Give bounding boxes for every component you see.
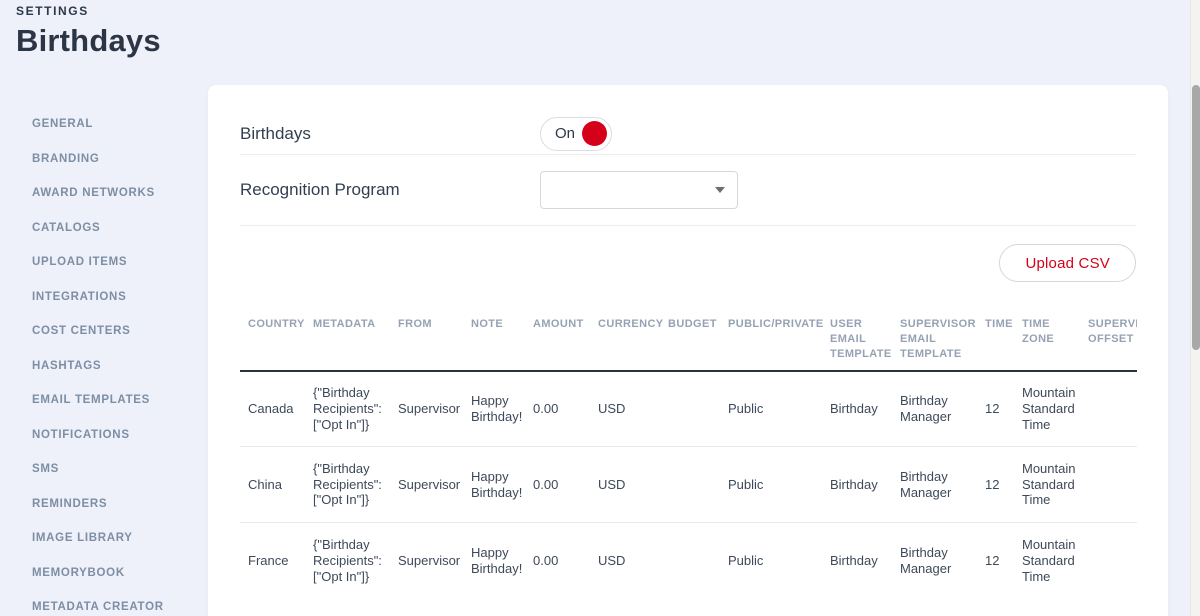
sidebar-item-general[interactable]: GENERAL bbox=[32, 107, 202, 142]
table-cell: USD bbox=[590, 371, 660, 447]
table-cell: Supervisor bbox=[390, 447, 463, 523]
upload-csv-button[interactable]: Upload CSV bbox=[999, 244, 1136, 282]
column-header: SUPERVISOR OFFSET bbox=[1080, 317, 1137, 371]
page-scrollbar-track[interactable] bbox=[1190, 0, 1200, 616]
sidebar-item-cost-centers[interactable]: COST CENTERS bbox=[32, 314, 202, 349]
table-cell: 12 bbox=[977, 447, 1014, 523]
recognition-program-label: Recognition Program bbox=[240, 180, 540, 200]
table-cell: 0.00 bbox=[525, 371, 590, 447]
sidebar-item-email-templates[interactable]: EMAIL TEMPLATES bbox=[32, 383, 202, 418]
table-cell: Public bbox=[720, 447, 822, 523]
settings-card: Birthdays On Recognition Program Upload … bbox=[208, 85, 1168, 616]
table-cell: {"Birthday Recipients": ["Opt In"]} bbox=[305, 447, 390, 523]
table-cell: Birthday bbox=[822, 447, 892, 523]
table-cell: Public bbox=[720, 523, 822, 599]
table-cell: Happy Birthday! bbox=[463, 447, 525, 523]
table-cell: Supervisor bbox=[390, 523, 463, 599]
table-actions-row: Upload CSV bbox=[240, 226, 1136, 282]
sidebar-item-image-library[interactable]: IMAGE LIBRARY bbox=[32, 521, 202, 556]
sidebar-item-metadata-creator[interactable]: METADATA CREATOR bbox=[32, 590, 202, 616]
table-cell: Mountain Standard Time bbox=[1014, 371, 1080, 447]
table-cell: China bbox=[240, 447, 305, 523]
birthdays-label: Birthdays bbox=[240, 124, 540, 144]
table-cell: Birthday Manager bbox=[892, 523, 977, 599]
table-cell: USD bbox=[590, 523, 660, 599]
table-row: China{"Birthday Recipients": ["Opt In"]}… bbox=[240, 447, 1137, 523]
birthdays-table-wrapper: COUNTRYMETADATAFROMNOTEAMOUNTCURRENCYBUD… bbox=[240, 317, 1137, 599]
table-cell bbox=[1080, 523, 1137, 599]
toggle-state-label: On bbox=[555, 125, 575, 142]
table-row: France{"Birthday Recipients": ["Opt In"]… bbox=[240, 523, 1137, 599]
table-cell: Birthday bbox=[822, 523, 892, 599]
table-cell bbox=[660, 447, 720, 523]
sidebar-item-hashtags[interactable]: HASHTAGS bbox=[32, 349, 202, 384]
column-header: COUNTRY bbox=[240, 317, 305, 371]
table-cell: 12 bbox=[977, 371, 1014, 447]
column-header: CURRENCY bbox=[590, 317, 660, 371]
chevron-down-icon bbox=[715, 187, 725, 193]
sidebar-item-upload-items[interactable]: UPLOAD ITEMS bbox=[32, 245, 202, 280]
sidebar-item-reminders[interactable]: REMINDERS bbox=[32, 487, 202, 522]
table-cell: USD bbox=[590, 447, 660, 523]
column-header: NOTE bbox=[463, 317, 525, 371]
toggle-knob bbox=[582, 121, 607, 146]
column-header: BUDGET bbox=[660, 317, 720, 371]
page-scrollbar-thumb[interactable] bbox=[1192, 85, 1200, 350]
table-cell: {"Birthday Recipients": ["Opt In"]} bbox=[305, 371, 390, 447]
table-cell bbox=[660, 371, 720, 447]
table-header: COUNTRYMETADATAFROMNOTEAMOUNTCURRENCYBUD… bbox=[240, 317, 1137, 371]
table-cell: 0.00 bbox=[525, 447, 590, 523]
table-cell: 12 bbox=[977, 523, 1014, 599]
page-title: Birthdays bbox=[16, 23, 161, 59]
table-cell: Supervisor bbox=[390, 371, 463, 447]
column-header: USER EMAIL TEMPLATE bbox=[822, 317, 892, 371]
table-body: Canada{"Birthday Recipients": ["Opt In"]… bbox=[240, 371, 1137, 599]
sidebar-item-sms[interactable]: SMS bbox=[32, 452, 202, 487]
sidebar-item-notifications[interactable]: NOTIFICATIONS bbox=[32, 418, 202, 453]
birthdays-table: COUNTRYMETADATAFROMNOTEAMOUNTCURRENCYBUD… bbox=[240, 317, 1137, 599]
table-cell bbox=[1080, 371, 1137, 447]
recognition-program-select[interactable] bbox=[540, 171, 738, 209]
birthdays-setting-row: Birthdays On bbox=[240, 85, 1136, 155]
column-header: SUPERVISOR EMAIL TEMPLATE bbox=[892, 317, 977, 371]
breadcrumb-settings: SETTINGS bbox=[16, 4, 161, 18]
sidebar-item-catalogs[interactable]: CATALOGS bbox=[32, 211, 202, 246]
column-header: TIME bbox=[977, 317, 1014, 371]
table-cell: {"Birthday Recipients": ["Opt In"]} bbox=[305, 523, 390, 599]
sidebar-item-award-networks[interactable]: AWARD NETWORKS bbox=[32, 176, 202, 211]
settings-sidebar: GENERALBRANDINGAWARD NETWORKSCATALOGSUPL… bbox=[32, 107, 202, 616]
table-header-row: COUNTRYMETADATAFROMNOTEAMOUNTCURRENCYBUD… bbox=[240, 317, 1137, 371]
column-header: AMOUNT bbox=[525, 317, 590, 371]
column-header: PUBLIC/PRIVATE bbox=[720, 317, 822, 371]
sidebar-item-memorybook[interactable]: MEMORYBOOK bbox=[32, 556, 202, 591]
table-cell: Birthday Manager bbox=[892, 371, 977, 447]
table-cell: Happy Birthday! bbox=[463, 371, 525, 447]
sidebar-item-branding[interactable]: BRANDING bbox=[32, 142, 202, 177]
sidebar-item-integrations[interactable]: INTEGRATIONS bbox=[32, 280, 202, 315]
table-cell: Mountain Standard Time bbox=[1014, 447, 1080, 523]
table-cell: Public bbox=[720, 371, 822, 447]
table-cell: Mountain Standard Time bbox=[1014, 523, 1080, 599]
table-cell: Birthday bbox=[822, 371, 892, 447]
column-header: TIME ZONE bbox=[1014, 317, 1080, 371]
table-cell bbox=[1080, 447, 1137, 523]
table-cell: 0.00 bbox=[525, 523, 590, 599]
table-row: Canada{"Birthday Recipients": ["Opt In"]… bbox=[240, 371, 1137, 447]
table-cell: Birthday Manager bbox=[892, 447, 977, 523]
column-header: FROM bbox=[390, 317, 463, 371]
recognition-setting-row: Recognition Program bbox=[240, 155, 1136, 226]
table-cell: Happy Birthday! bbox=[463, 523, 525, 599]
birthdays-toggle[interactable]: On bbox=[540, 117, 612, 151]
table-cell: Canada bbox=[240, 371, 305, 447]
table-cell: France bbox=[240, 523, 305, 599]
page-header: SETTINGS Birthdays bbox=[16, 4, 161, 59]
column-header: METADATA bbox=[305, 317, 390, 371]
table-cell bbox=[660, 523, 720, 599]
